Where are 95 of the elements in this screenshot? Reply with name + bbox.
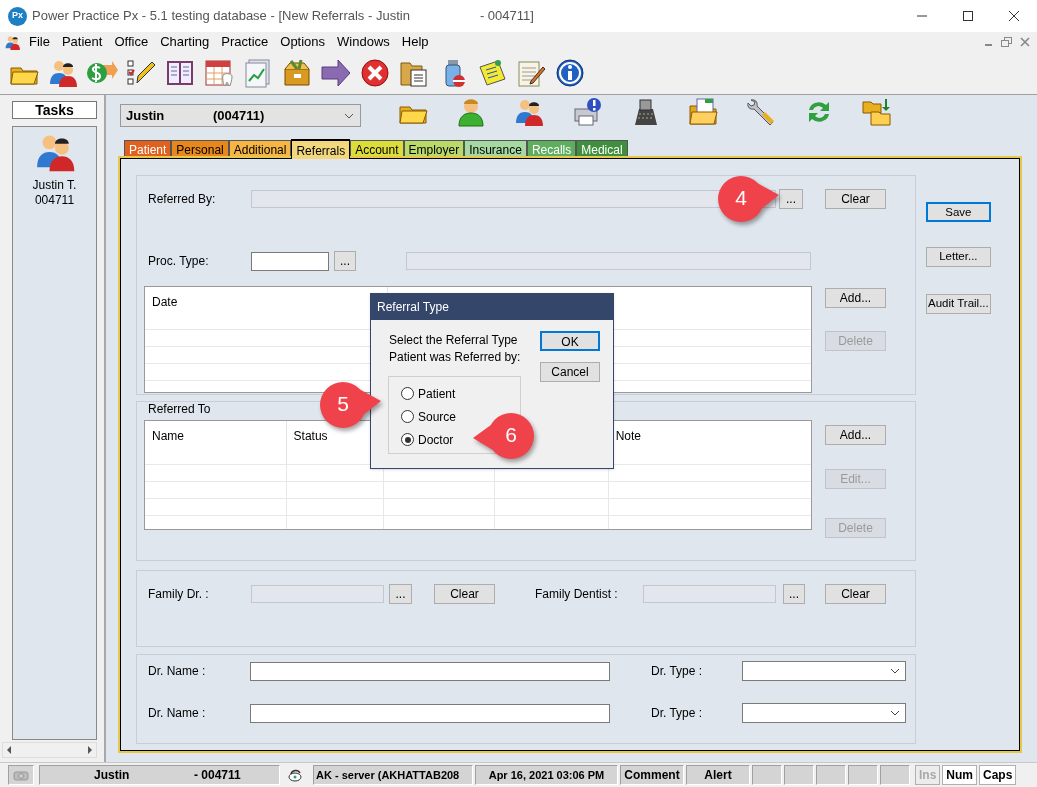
radio-label[interactable]: Doctor [418,430,454,449]
lookup-field[interactable] [643,585,776,603]
close-icon[interactable] [1008,10,1020,22]
doctor-name-field[interactable] [250,703,610,723]
field-label: Dr. Name : [148,705,207,722]
dialog-title-bar: Referral Type [371,294,613,320]
status-datetime: Apr 16, 2021 03:06 PM [475,765,618,785]
column-header: Note [615,429,641,443]
scroll-left-icon[interactable] [6,746,12,754]
status-panel: Comment [620,765,684,785]
radio-label[interactable]: Patient [418,384,456,403]
menu-item[interactable]: Patient [55,33,109,51]
status-panel [752,765,782,785]
doctor-name-field[interactable] [250,661,610,681]
clear-button[interactable]: Clear [825,189,886,209]
menu-item[interactable]: Office [108,33,155,51]
browse-button[interactable]: ... [334,251,356,271]
tab[interactable]: Referrals [291,139,351,159]
radio-button[interactable] [401,433,414,446]
status-panel: Alert [686,765,750,785]
chevron-icon [344,112,354,119]
status-panel [880,765,910,785]
info-icon[interactable] [554,57,586,89]
action-button[interactable]: Save [926,202,991,222]
tasks-header: Tasks [12,101,97,119]
task-id: 004711 [34,193,75,208]
action-button[interactable]: Audit Trail... [926,294,991,314]
field-label: Referred By: [148,191,217,208]
table-button[interactable]: Add... [825,288,886,308]
window-title: Power Practice Px - 5.1 testing database - [New Referrals - Justin [32,7,410,26]
status-panel [848,765,878,785]
menu-item[interactable]: File [23,33,56,51]
key-indicator: Num [942,765,977,785]
column-header: Date [152,295,178,309]
sticky-note-icon[interactable] [476,57,508,89]
task-name[interactable]: Justin T. [32,178,77,193]
patient-dropdown[interactable]: Justin (004711) [120,104,361,127]
menu-item[interactable]: Options [274,33,332,51]
menu-item[interactable]: Practice [215,33,275,51]
proc-type-field[interactable] [251,251,329,271]
doctor-type-dropdown[interactable] [742,661,906,681]
doctor-type-dropdown[interactable] [742,703,906,723]
app-logo: Px [8,6,27,26]
scrollbar[interactable] [2,742,97,758]
status-panel [816,765,846,785]
field-label: Family Dr. : [148,586,210,603]
column-header: Name [152,429,184,443]
clear-button[interactable]: Clear [434,584,495,604]
menu-item[interactable]: Charting [154,33,216,51]
person-icon[interactable] [455,96,487,128]
browse-button[interactable]: ... [779,189,803,209]
radio-button[interactable] [401,387,414,400]
referred-by-field[interactable] [251,190,776,208]
status-user: Justin [94,767,131,784]
field-label: Dr. Name : [148,663,207,680]
column-header: Status [293,429,328,443]
prompt-text: Patient was Referred by: [389,349,521,366]
lookup-field[interactable] [251,585,384,603]
clear-button[interactable]: Clear [825,584,886,604]
wrench-icon[interactable] [745,96,777,128]
status-patient-id: - 004711 [194,767,241,784]
status-server: AK - server (AKHATTAB208 [313,765,473,785]
status-panel [784,765,814,785]
folders-icon[interactable] [861,96,893,128]
radio-label[interactable]: Source [418,407,457,426]
maximize-icon[interactable] [962,10,974,22]
radio-button[interactable] [401,410,414,423]
chevron-icon [890,710,900,716]
camera-icon[interactable] [8,765,34,785]
menu-item[interactable]: Windows [331,33,396,51]
window-title-suffix: - 004711] [479,7,534,26]
dialog-button[interactable]: OK [540,331,600,351]
table-button[interactable]: Add... [825,425,886,445]
key-indicator: Ins [915,765,941,785]
scroll-right-icon[interactable] [87,746,93,754]
dialog-button[interactable]: Cancel [540,362,600,382]
action-button[interactable]: Letter... [926,247,991,267]
field-label: Dr. Type : [651,663,704,680]
calendar-icon[interactable] [203,57,235,89]
prompt-text: Select the Referral Type [389,332,519,349]
box-icon[interactable] [281,57,313,89]
field-label: Proc. Type: [148,253,210,270]
chevron-icon [890,668,900,674]
group-label: Referred To [148,403,211,416]
menu-item[interactable]: Help [395,33,435,51]
folder-file-icon[interactable] [687,96,719,128]
field-label: Dr. Type : [651,705,704,722]
arrow-icon[interactable] [320,57,352,89]
browse-button[interactable]: ... [389,584,412,604]
printer-icon[interactable] [571,96,603,128]
field-label: Family Dentist : [535,586,619,603]
key-indicator: Caps [979,765,1017,785]
restore-icon[interactable] [1001,37,1013,47]
cancel-icon[interactable] [359,57,391,89]
browse-button[interactable]: ... [783,584,805,604]
